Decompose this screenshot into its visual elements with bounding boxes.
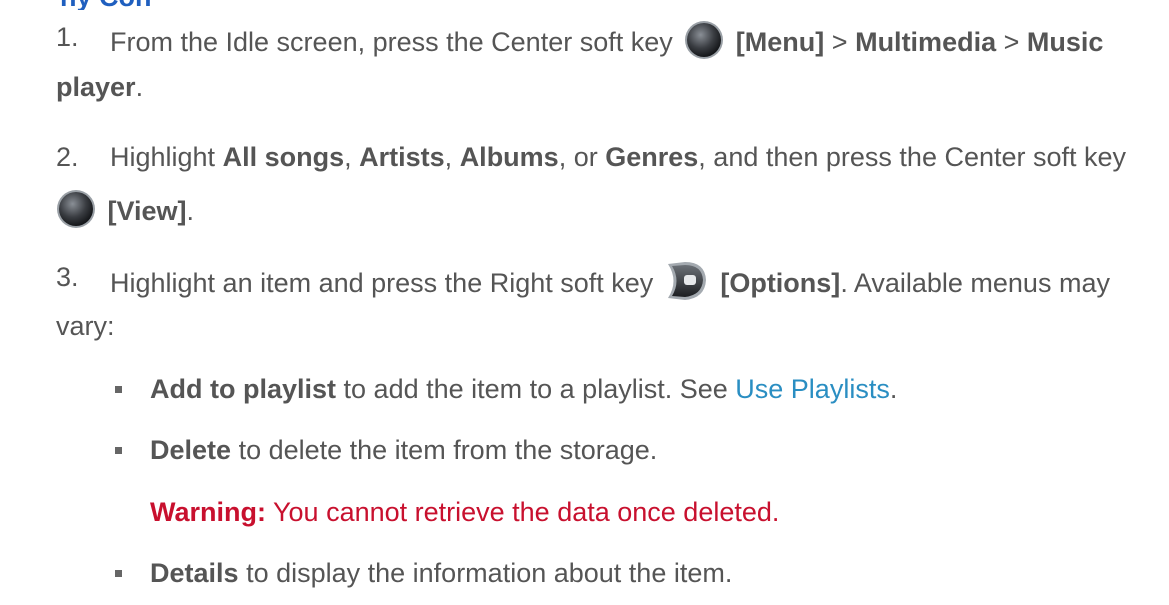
center-soft-key-icon xyxy=(684,20,724,68)
step-text: From the Idle screen, press the Center s… xyxy=(110,27,673,58)
option-artists: Artists xyxy=(359,142,445,172)
bullet-icon xyxy=(115,386,122,393)
menu-music: Music xyxy=(1026,27,1104,58)
step-number: 1. xyxy=(56,22,79,52)
warning-label: Warning: xyxy=(150,497,266,527)
menu-key-label: [Menu] xyxy=(735,27,825,58)
options-key-label: [Options] xyxy=(720,268,841,299)
step-number: 3. xyxy=(56,262,79,292)
partial-heading-strip: ny Con xyxy=(0,0,1169,10)
menu-multimedia: Multimedia xyxy=(855,27,997,58)
bullet-icon xyxy=(115,570,122,577)
bullet-icon xyxy=(115,447,122,454)
warning-text: You cannot retrieve the data once delete… xyxy=(273,497,780,527)
option-all-songs: All songs xyxy=(222,142,345,172)
partial-heading: ny Con xyxy=(60,0,152,10)
step-number: 2. xyxy=(56,142,79,172)
menu-player: player xyxy=(56,72,136,102)
use-playlists-link[interactable]: Use Playlists xyxy=(735,374,890,404)
view-key-label: [View] xyxy=(107,196,187,227)
option-genres: Genres xyxy=(605,142,699,172)
right-soft-key-icon xyxy=(665,260,709,310)
option-albums: Albums xyxy=(459,142,559,172)
center-soft-key-icon xyxy=(56,189,96,237)
